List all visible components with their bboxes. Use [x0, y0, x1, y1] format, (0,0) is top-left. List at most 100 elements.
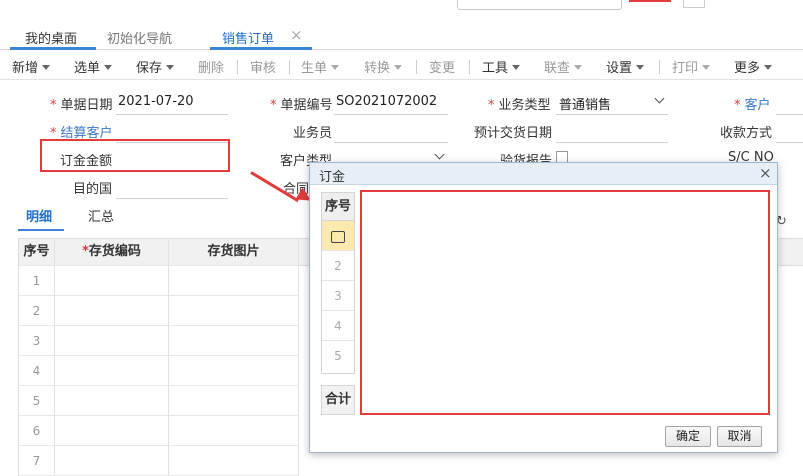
dialog-row-4[interactable]: 4 [322, 311, 354, 341]
dialog-row-1[interactable] [322, 221, 354, 251]
convert-button[interactable]: 转换 [364, 57, 403, 76]
tab-underline-active [210, 47, 312, 50]
tools-button[interactable]: 工具 [482, 57, 521, 76]
tab-underline-desktop [10, 47, 96, 50]
chevron-down-icon [512, 65, 521, 70]
doc-no-label: * 单据编号 [270, 98, 333, 113]
chevron-down-icon [764, 65, 773, 70]
audit-button[interactable]: 审核 [250, 57, 276, 76]
dialog-row-2[interactable]: 2 [322, 251, 354, 281]
chevron-down-icon [42, 65, 51, 70]
query-label: 联查 [544, 61, 571, 76]
tab-bar: 我的桌面 初始化导航 销售订单 × [0, 22, 803, 50]
new-label: 新增 [12, 61, 39, 76]
biz-type-label: * 业务类型 [488, 98, 551, 113]
query-button[interactable]: 联查 [544, 57, 583, 76]
chevron-down-icon [394, 65, 403, 70]
separator [237, 60, 238, 74]
separator [469, 60, 470, 74]
tab-summary[interactable]: 汇总 [88, 206, 114, 225]
chevron-down-icon[interactable] [654, 93, 665, 104]
dialog-row-5[interactable]: 5 [322, 341, 354, 371]
chevron-down-icon [574, 65, 583, 70]
col-code-header: *存货编码 [55, 238, 169, 266]
doc-no-underline [334, 114, 448, 115]
grid-cell[interactable] [169, 296, 299, 326]
tab-detail[interactable]: 明细 [26, 206, 52, 225]
delete-button[interactable]: 删除 [198, 57, 224, 76]
separator [416, 60, 417, 74]
tab-my-desktop[interactable]: 我的桌面 [25, 28, 77, 47]
dialog-seq-header: 序号 [322, 193, 354, 221]
cancel-button[interactable]: 取消 [717, 426, 762, 447]
top-red-button[interactable] [629, 0, 671, 2]
doc-date-field[interactable]: 2021-07-20 [118, 94, 194, 109]
grid-cell[interactable] [169, 266, 299, 296]
ok-button[interactable]: 确定 [665, 426, 711, 447]
chevron-down-icon [331, 65, 340, 70]
grid-cell[interactable] [169, 356, 299, 386]
grid-cell[interactable] [55, 446, 169, 476]
biz-type-label-text: 业务类型 [498, 98, 551, 113]
delivery-date-label: 预计交货日期 [474, 126, 553, 141]
tab-init-nav[interactable]: 初始化导航 [107, 28, 172, 47]
table-row: 1 [19, 266, 55, 296]
convert-label: 转换 [364, 61, 391, 76]
more-button[interactable]: 更多 [734, 57, 773, 76]
table-row: 2 [19, 296, 55, 326]
dialog-title: 订金 [319, 170, 346, 185]
biz-type-select[interactable]: 普通销售 [559, 94, 611, 113]
toolbar: 新增 选单 保存 删除 审核 生单 转换 变更 工具 联查 设置 打印 更多 [0, 52, 803, 80]
save-button[interactable]: 保存 [136, 57, 175, 76]
row-action-icon[interactable] [331, 230, 345, 243]
customer-label-text: 客户 [744, 98, 771, 113]
doc-no-field[interactable]: SO2021072002 [336, 94, 437, 109]
col-code-header-text: 存货编码 [88, 244, 141, 259]
generate-button[interactable]: 生单 [301, 57, 340, 76]
grid-header-right [779, 238, 803, 266]
generate-label: 生单 [301, 61, 328, 76]
dialog-seq-column: 序号 2 3 4 5 [321, 192, 355, 374]
dialog-content-area[interactable] [360, 190, 770, 415]
biz-type-underline [556, 114, 668, 115]
grid-cell[interactable] [55, 386, 169, 416]
select-button[interactable]: 选单 [74, 57, 113, 76]
chevron-down-icon [166, 65, 175, 70]
grid-cell[interactable] [55, 416, 169, 446]
close-icon[interactable]: × [290, 26, 303, 44]
top-small-button[interactable] [683, 0, 705, 8]
payment-label: 收款方式 [720, 126, 773, 141]
chevron-down-icon[interactable] [434, 149, 445, 160]
col-seq-header: 序号 [19, 238, 55, 266]
grid-cell[interactable] [169, 416, 299, 446]
grid-cell[interactable] [169, 386, 299, 416]
dialog-row-3[interactable]: 3 [322, 281, 354, 311]
dialog-titlebar[interactable]: 订金 × [310, 163, 777, 185]
customer-label[interactable]: * 客户 [734, 94, 771, 113]
separator [289, 60, 290, 74]
grid-cell[interactable] [169, 446, 299, 476]
settings-button[interactable]: 设置 [606, 57, 645, 76]
grid-cell[interactable] [55, 326, 169, 356]
grid-cell[interactable] [169, 326, 299, 356]
top-search-box[interactable] [457, 0, 622, 10]
settings-label: 设置 [606, 61, 633, 76]
grid-cell[interactable] [55, 356, 169, 386]
dialog-sum-label: 合计 [321, 385, 355, 415]
tab-sales-order[interactable]: 销售订单 [222, 28, 274, 47]
chevron-down-icon [702, 65, 711, 70]
detail-tab-underline [18, 229, 64, 231]
grid-cell[interactable] [55, 266, 169, 296]
more-label: 更多 [734, 61, 761, 76]
new-button[interactable]: 新增 [12, 57, 51, 76]
print-button[interactable]: 打印 [672, 57, 711, 76]
doc-date-label-text: 单据日期 [60, 98, 113, 113]
grid-cell[interactable] [55, 296, 169, 326]
payment-underline [776, 142, 803, 143]
col-image-header: 存货图片 [169, 238, 299, 266]
close-icon[interactable]: × [759, 164, 772, 182]
chevron-down-icon [104, 65, 113, 70]
save-label: 保存 [136, 61, 163, 76]
change-button[interactable]: 变更 [429, 57, 455, 76]
table-row: 3 [19, 326, 55, 356]
